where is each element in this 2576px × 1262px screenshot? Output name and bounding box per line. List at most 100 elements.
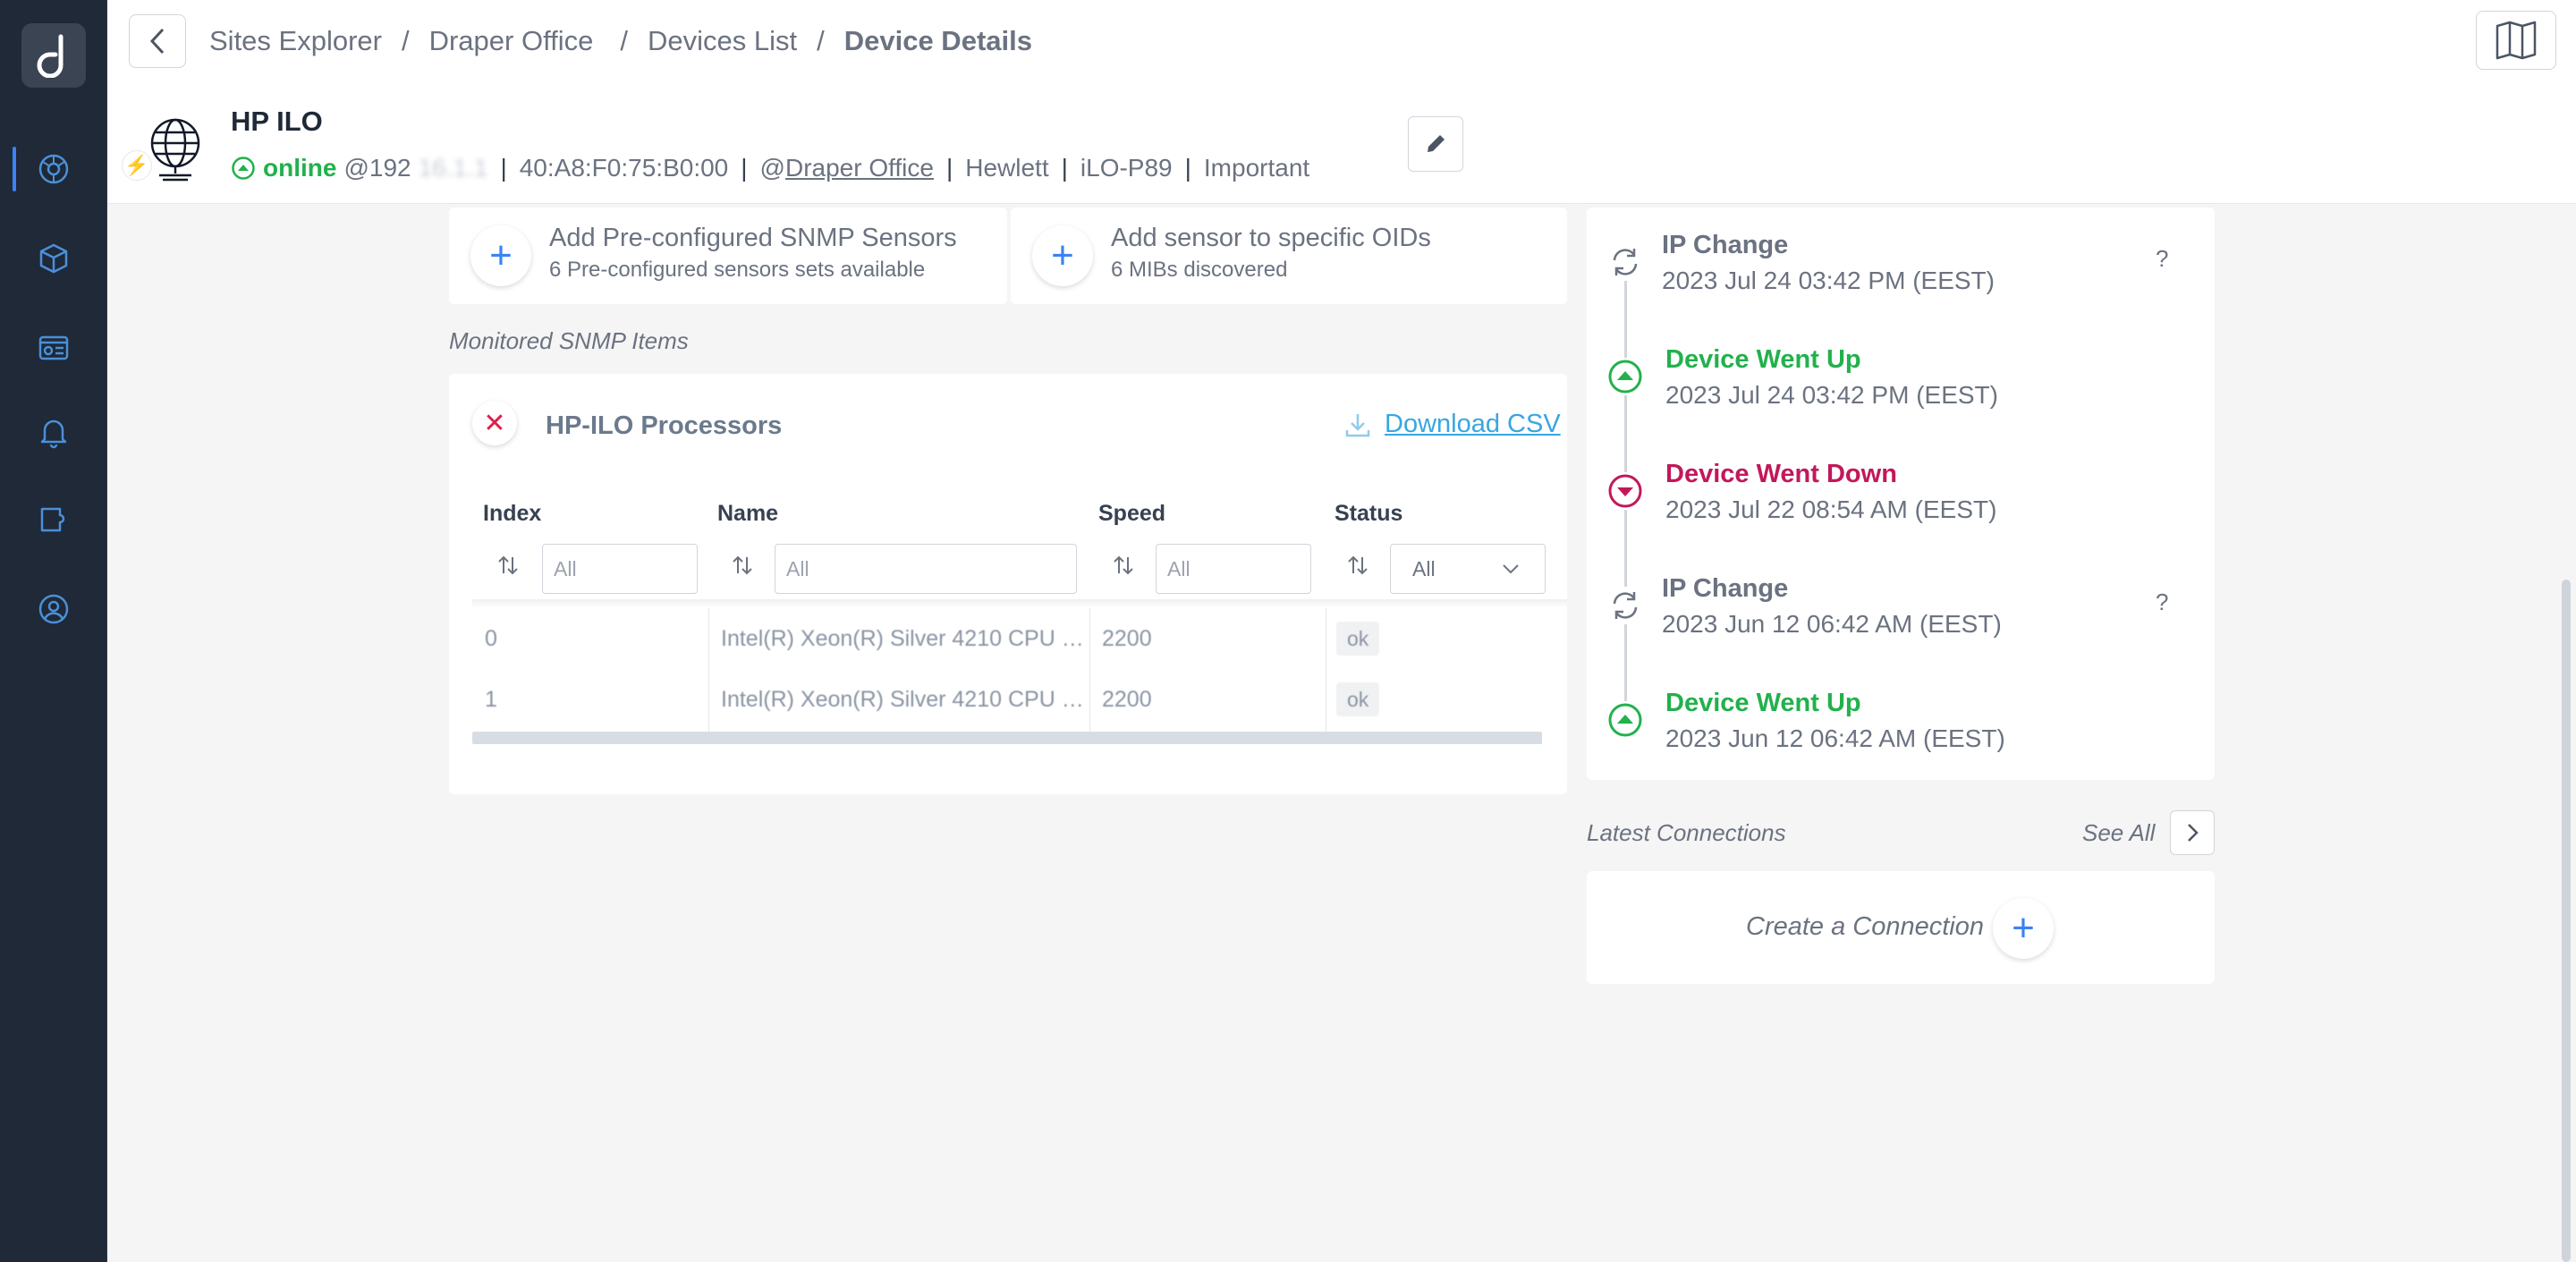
arrow-down-circle-icon	[1606, 472, 1644, 510]
breadcrumb-draper-office[interactable]: Draper Office	[429, 25, 594, 57]
add-oid-sensor-card[interactable]: + Add sensor to specific OIDs 6 MIBs dis…	[1011, 208, 1567, 304]
page-vertical-scrollbar[interactable]	[2562, 580, 2571, 1262]
cell-index: 1	[485, 687, 497, 712]
event-title: Device Went Down	[1665, 460, 1897, 488]
puzzle-icon	[40, 507, 65, 532]
help-icon[interactable]: ?	[2156, 245, 2168, 273]
column-header-status[interactable]: Status	[1335, 501, 1402, 527]
globe-network-icon	[38, 154, 69, 184]
sidebar-item-alerts[interactable]	[0, 401, 107, 463]
chevron-down-icon	[1503, 564, 1519, 574]
breadcrumb-sites-explorer[interactable]: Sites Explorer	[209, 25, 382, 57]
event-title: IP Change	[1662, 231, 1789, 259]
event-time: 2023 Jul 22 08:54 AM (EEST)	[1665, 495, 1997, 523]
device-model: iLO-P89	[1080, 154, 1173, 182]
sort-index-button[interactable]	[492, 549, 524, 581]
remove-sensor-button[interactable]: ✕	[472, 401, 517, 445]
device-site-prefix: @	[759, 154, 785, 182]
refresh-icon	[1606, 587, 1644, 624]
cell-index: 0	[485, 626, 497, 651]
breadcrumb-separator: /	[620, 25, 628, 56]
filter-index-input[interactable]: All	[542, 544, 698, 594]
event-item[interactable]: Device Went Up 2023 Jun 12 06:42 AM (EES…	[1587, 665, 2215, 764]
plus-icon[interactable]: +	[1032, 225, 1093, 286]
device-ip-blurred: 16.1.1	[418, 154, 488, 182]
create-connection-card[interactable]: Create a Connection +	[1587, 871, 2215, 984]
page-header: Sites Explorer / Draper Office / Devices…	[107, 0, 2576, 204]
see-all-button[interactable]	[2170, 810, 2215, 855]
filter-status-value: All	[1412, 557, 1436, 580]
close-icon: ✕	[483, 408, 506, 438]
events-timeline-card: IP Change 2023 Jul 24 03:42 PM (EEST) ? …	[1587, 208, 2215, 780]
event-title: Device Went Up	[1665, 345, 1861, 374]
breadcrumb-devices-list[interactable]: Devices List	[648, 25, 797, 57]
cell-name: Intel(R) Xeon(R) Silver 4210 CPU @ 2.20G…	[721, 626, 1086, 651]
arrow-up-circle-icon	[1606, 701, 1644, 739]
create-connection-label: Create a Connection	[1746, 912, 1984, 941]
plus-icon[interactable]: +	[470, 225, 531, 286]
download-csv-link[interactable]: Download CSV	[1343, 410, 1561, 439]
event-item[interactable]: IP Change 2023 Jun 12 06:42 AM (EEST) ?	[1587, 551, 2215, 649]
breadcrumb-separator: /	[401, 25, 410, 56]
download-icon	[1345, 413, 1370, 436]
table-row[interactable]: 0 Intel(R) Xeon(R) Silver 4210 CPU @ 2.2…	[472, 608, 1542, 669]
app-logo[interactable]	[21, 23, 86, 88]
sort-arrows-icon	[1114, 555, 1133, 575]
event-time: 2023 Jul 24 03:42 PM (EEST)	[1662, 267, 1995, 294]
arrow-up-circle-icon	[1606, 358, 1644, 395]
edit-device-button[interactable]	[1408, 116, 1463, 172]
add-card-subtitle: 6 MIBs discovered	[1111, 258, 1288, 282]
breadcrumb-separator: /	[817, 25, 825, 56]
pencil-icon	[1428, 135, 1445, 152]
chevron-right-icon	[2188, 824, 2199, 842]
sidebar	[0, 0, 107, 1262]
add-card-title: Add Pre-configured SNMP Sensors	[549, 224, 957, 252]
filter-speed-input[interactable]: All	[1156, 544, 1311, 594]
status-badge: ok	[1336, 622, 1380, 656]
cell-name: Intel(R) Xeon(R) Silver 4210 CPU @ 2.20G…	[721, 687, 1086, 712]
sidebar-item-devices[interactable]	[0, 227, 107, 290]
monitored-snmp-label: Monitored SNMP Items	[449, 327, 689, 354]
filter-status-select[interactable]: All	[1390, 544, 1546, 594]
add-card-title: Add sensor to specific OIDs	[1111, 224, 1431, 252]
device-name: HP ILO	[231, 106, 323, 137]
breadcrumb-current: Device Details	[843, 25, 1032, 56]
column-header-speed[interactable]: Speed	[1098, 501, 1165, 527]
device-site-link[interactable]: Draper Office	[785, 154, 934, 182]
latest-connections-label: Latest Connections	[1587, 819, 1786, 846]
add-preconfigured-sensors-card[interactable]: + Add Pre-configured SNMP Sensors 6 Pre-…	[449, 208, 1007, 304]
power-bolt-icon: ⚡	[122, 150, 152, 181]
sidebar-item-account[interactable]	[0, 578, 107, 640]
docs-button[interactable]	[2476, 11, 2556, 70]
event-time: 2023 Jun 12 06:42 AM (EEST)	[1665, 724, 2005, 752]
sidebar-item-dashboard[interactable]	[0, 317, 107, 379]
dashboard-panel-icon	[38, 335, 69, 360]
device-ip-prefix: @192	[343, 154, 411, 182]
event-item[interactable]: Device Went Up 2023 Jul 24 03:42 PM (EES…	[1587, 322, 2215, 420]
cell-speed: 2200	[1102, 626, 1152, 651]
back-button[interactable]	[129, 14, 186, 68]
sort-status-button[interactable]	[1342, 549, 1374, 581]
see-all-link[interactable]: See All	[2082, 819, 2155, 847]
event-time: 2023 Jun 12 06:42 AM (EEST)	[1662, 610, 2002, 638]
sort-speed-button[interactable]	[1107, 549, 1140, 581]
table-horizontal-scrollbar[interactable]	[472, 732, 1542, 744]
table-row[interactable]: 1 Intel(R) Xeon(R) Silver 4210 CPU @ 2.2…	[472, 669, 1542, 730]
device-mac: 40:A8:F0:75:B0:00	[519, 154, 729, 182]
help-icon[interactable]: ?	[2156, 589, 2168, 616]
event-title: Device Went Up	[1665, 689, 1861, 717]
column-header-index[interactable]: Index	[483, 501, 541, 527]
breadcrumb: Sites Explorer / Draper Office / Devices…	[209, 25, 1032, 57]
filter-name-input[interactable]: All	[775, 544, 1077, 594]
download-csv-label: Download CSV	[1385, 410, 1561, 438]
chevron-left-icon	[149, 28, 165, 55]
event-item[interactable]: Device Went Down 2023 Jul 22 08:54 AM (E…	[1587, 436, 2215, 535]
plus-icon[interactable]: +	[1993, 898, 2054, 959]
sidebar-item-sites[interactable]	[0, 138, 107, 200]
sidebar-item-integrations[interactable]	[0, 488, 107, 551]
event-item[interactable]: IP Change 2023 Jul 24 03:42 PM (EEST) ?	[1587, 208, 2215, 306]
sort-arrows-icon	[733, 555, 752, 575]
sort-name-button[interactable]	[726, 549, 758, 581]
book-open-icon	[2496, 21, 2537, 60]
column-header-name[interactable]: Name	[717, 501, 778, 527]
